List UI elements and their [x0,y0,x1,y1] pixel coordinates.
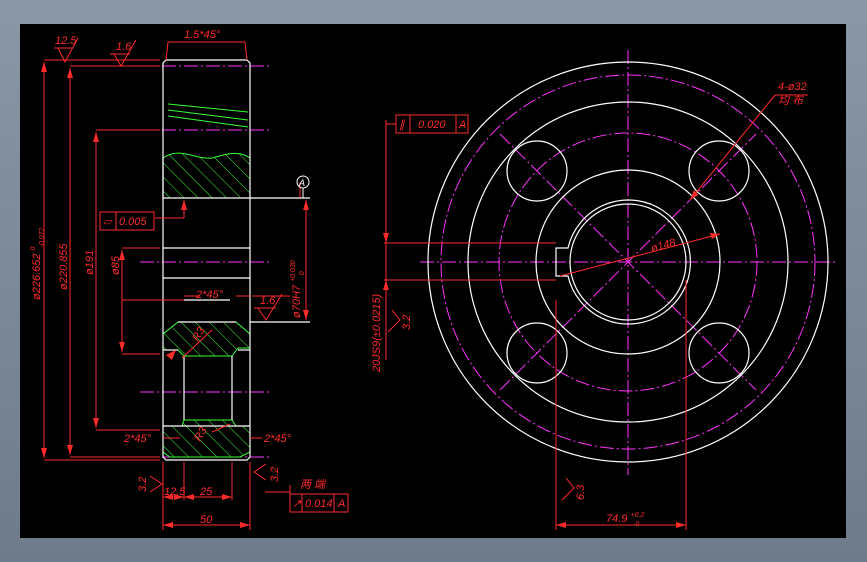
dim-50: 50 [200,514,213,526]
chamfer-mid: 2*45° [195,289,224,301]
runout-datum: A [337,498,345,510]
roughness-1-6-top: 1.6 [116,41,132,53]
bore-fit-tol-lower: 0 [299,271,306,275]
roughness-1-6-mid: 1.6 [260,295,276,307]
cad-window-frame: 12.5 1.6 1.5*45° ø226.652 0 -0.072 ø220.… [0,0,867,562]
front-centerlines [420,50,836,475]
drawing-svg: 12.5 1.6 1.5*45° ø226.652 0 -0.072 ø220.… [26,29,836,530]
dia-outer-tol-upper: 0 [30,246,37,250]
roughness-key-bottom: 6.3 [575,484,587,500]
note-both-ends: 两 端 [300,478,327,491]
parallel-datum: A [458,119,466,131]
flatness-symbol: ▱ [103,216,113,228]
helix-lines [167,103,249,128]
side-centerlines [140,65,272,458]
key-depth-tol-lower: 0 [635,521,639,528]
roughness-3-2-right: 3.2 [269,467,281,482]
parallel-symbol: ∥ [399,119,406,131]
key-depth-tol-upper: +0.2 [630,512,644,519]
front-roughness [387,309,575,501]
holes-label: 4-ø32 [778,81,807,93]
dia-root: ø220.855 [58,243,70,290]
bore-fit-value: ø70H7 [291,284,303,318]
runout-symbol: ↗ [292,498,302,510]
keyway-dim: 20JS9(±0.0215) [371,293,383,373]
dia-outer-value: ø226.652 [31,254,43,300]
bore-fit-tol-upper: +0.030 [290,260,297,282]
roughness-12-5: 12.5 [55,35,77,47]
dim-25: 25 [199,486,213,498]
side-hatching [162,152,251,458]
front-view: 4-ø32 均 布 ∥ 0.020 A 20JS9(±0.0215) 3.2 ø… [371,50,836,530]
holes-note: 均 布 [778,94,805,107]
bore-fit: ø70H7 +0.030 0 [286,257,306,318]
runout-value: 0.014 [305,498,333,510]
gear-tooth-hatch [162,152,251,199]
chamfer-bottom-left: 2*45° [123,433,152,445]
dim-12-5: 12.5 [164,486,186,498]
dia-outer: ø226.652 0 -0.072 [26,228,46,300]
dia-pcd: ø148 [650,237,678,255]
cad-drawing-canvas[interactable]: 12.5 1.6 1.5*45° ø226.652 0 -0.072 ø220.… [20,24,846,538]
roughness-key: 3.2 [401,315,413,330]
side-view: 12.5 1.6 1.5*45° ø226.652 0 -0.072 ø220.… [26,29,349,530]
roughness-3-2-left: 3.2 [137,477,149,492]
dia-hub: ø191 [84,250,96,275]
chamfer-bottom-right: 2*45° [263,433,292,445]
parallel-value: 0.020 [418,119,446,131]
flatness-value: 0.005 [119,216,147,228]
hub-hatch-top [162,321,251,357]
key-depth-value: 74.9 [606,513,627,525]
datum-a-label: A [298,178,305,188]
chamfer-top: 1.5*45° [184,29,221,41]
dia-bore: ø85 [110,255,122,275]
dia-outer-tol-lower: -0.072 [39,228,46,248]
